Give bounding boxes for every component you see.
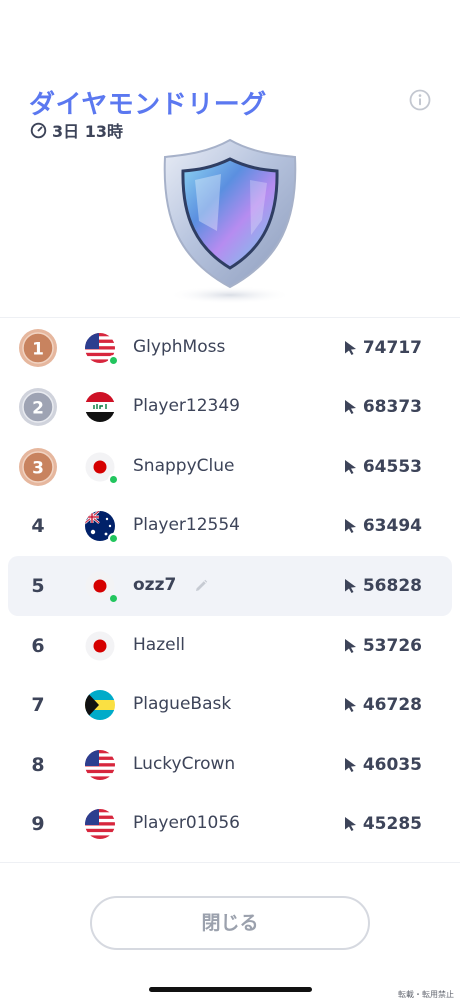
rank-number: 8 [31,754,45,776]
cursor-icon [344,817,356,831]
score-value: 56828 [362,576,422,596]
leaderboard-row[interactable]: 2 Player12349 68373 [8,377,452,437]
player-name: Player12554 [133,515,240,535]
diamond-shield-icon [163,138,297,304]
leaderboard-row-current-user[interactable]: 5 ozz7 56828 [8,556,452,616]
cursor-icon [344,698,356,712]
cursor-icon [344,758,356,772]
player-name: GlyphMoss [133,337,226,357]
player-name: Player12349 [133,396,240,416]
player-score: 53726 [344,616,422,676]
score-value: 74717 [362,338,422,358]
player-score: 64553 [344,437,422,497]
player-score: 74717 [344,318,422,378]
copyright-note: 転載・転用禁止 [398,990,454,999]
info-icon[interactable] [409,89,431,111]
rank-number: 7 [31,694,45,716]
leaderboard-row[interactable]: 6 Hazell 53726 [8,616,452,676]
player-score: 46728 [344,675,422,735]
online-indicator [108,593,119,604]
timer-text: 3日 13時 [52,122,123,141]
cursor-icon [344,341,356,355]
medal-rank: 2 [32,399,44,419]
cursor-icon [344,460,356,474]
cursor-icon [344,400,356,414]
cursor-icon [344,519,356,533]
online-indicator [108,533,119,544]
clock-icon [30,122,47,138]
us-flag-icon [85,750,115,780]
leaderboard-row[interactable]: 9 Player01056 45285 [8,794,452,854]
home-indicator[interactable] [149,987,312,992]
player-score: 56828 [344,556,422,616]
player-score: 68373 [344,377,422,437]
medal-rank: 3 [32,459,44,479]
leaderboard-row[interactable]: 4 Player12554 63494 [8,496,452,556]
score-value: 64553 [362,457,422,477]
score-value: 46035 [362,755,422,775]
japan-flag-icon [85,631,115,661]
league-title: ダイヤモンドリーグ [29,90,267,120]
us-flag-icon [85,809,115,839]
rank-number: 4 [31,515,45,537]
player-name: PlagueBask [133,694,232,714]
player-name: Player01056 [133,813,240,833]
rank-number: 6 [31,635,45,657]
divider [0,862,460,863]
player-name: ozz7 [133,575,177,595]
player-score: 45285 [344,794,422,854]
score-value: 63494 [362,516,422,536]
cursor-icon [344,579,356,593]
player-score: 63494 [344,496,422,556]
league-header: ダイヤモンドリーグ 3日 13時 [0,0,460,318]
rank-number: 5 [31,575,45,597]
score-value: 45285 [362,814,422,834]
leaderboard-row[interactable]: 8 LuckyCrown 46035 [8,735,452,795]
score-value: 68373 [362,397,422,417]
leaderboard-row[interactable]: 3 SnappyClue 64553 [8,437,452,497]
online-indicator [108,474,119,485]
leaderboard-row[interactable]: 7 PlagueBask 46728 [8,675,452,735]
player-score: 46035 [344,735,422,795]
leaderboard-row[interactable]: 1 GlyphMoss 74717 [8,318,452,378]
score-value: 53726 [362,636,422,656]
bronze-medal-icon: 1 [19,329,57,367]
bronze-medal-icon: 3 [19,448,57,486]
pencil-icon[interactable] [194,579,208,593]
online-indicator [108,355,119,366]
rank-number: 9 [31,813,45,835]
bahamas-flag-icon [85,690,115,720]
player-name: LuckyCrown [133,754,236,774]
silver-medal-icon: 2 [19,388,57,426]
player-name: Hazell [133,635,186,655]
cursor-icon [344,639,356,653]
medal-rank: 1 [32,340,44,360]
league-timer: 3日 13時 [30,118,123,142]
player-name: SnappyClue [133,456,235,476]
score-value: 46728 [362,695,422,715]
iraq-flag-icon [85,392,115,422]
close-button[interactable]: 閉じる [90,896,370,950]
